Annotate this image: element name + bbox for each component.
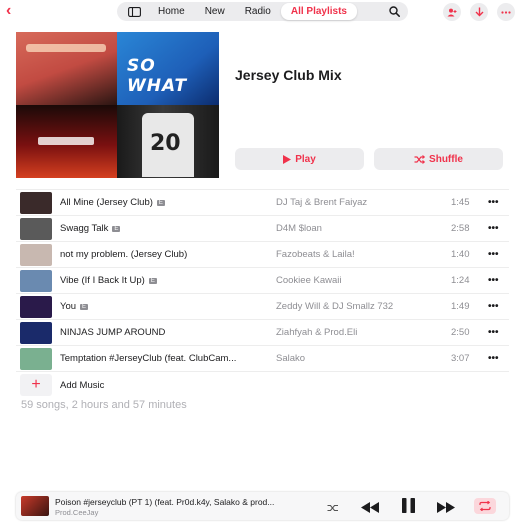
- download-icon[interactable]: [470, 3, 488, 21]
- playlist-summary: 59 songs, 2 hours and 57 minutes: [21, 399, 187, 411]
- track-duration: 2:50: [451, 327, 470, 338]
- shuffle-button-label: Shuffle: [429, 153, 463, 165]
- playlist-title: Jersey Club Mix: [235, 67, 342, 83]
- more-icon[interactable]: •••: [488, 301, 499, 312]
- play-icon: [283, 154, 292, 164]
- tab-home[interactable]: Home: [148, 3, 195, 20]
- track-row[interactable]: NINJAS JUMP AROUND Ziahfyah & Prod.Eli 2:5…: [16, 319, 509, 345]
- track-artwork: [20, 192, 52, 214]
- track-artist[interactable]: DJ Taj & Brent Faiyaz: [276, 197, 367, 208]
- play-button-label: Play: [295, 153, 316, 165]
- now-playing-bar[interactable]: Poison #jerseyclub (PT 1) (feat. Pr0d.k4…: [16, 492, 509, 520]
- sidebar-icon[interactable]: [120, 6, 148, 17]
- add-music-button[interactable]: + Add Music: [16, 371, 509, 397]
- cover-tile-1: [16, 32, 117, 105]
- more-icon[interactable]: •••: [488, 275, 499, 286]
- chevron-left-icon[interactable]: ‹: [6, 2, 11, 20]
- cover-text-so-what: SO WHAT: [127, 56, 188, 96]
- shuffle-icon[interactable]: [327, 500, 339, 518]
- explicit-badge: E: [156, 200, 165, 206]
- track-artist[interactable]: Fazobeats & Laila!: [276, 249, 355, 260]
- tab-all-playlists[interactable]: All Playlists: [280, 3, 357, 20]
- now-playing-artist: Prod.CeeJay: [55, 508, 99, 517]
- rewind-icon[interactable]: [361, 500, 379, 518]
- track-title: not my problem. (Jersey Club): [60, 249, 188, 260]
- track-duration: 1:24: [451, 275, 470, 286]
- cover-tile-2: SO WHAT: [117, 32, 219, 105]
- track-artwork: [20, 348, 52, 370]
- add-music-label: Add Music: [60, 380, 105, 391]
- track-duration: 3:07: [451, 353, 470, 364]
- more-icon[interactable]: •••: [488, 223, 499, 234]
- playlist-cover-art: SO WHAT 20: [16, 32, 219, 178]
- tab-new[interactable]: New: [195, 3, 235, 20]
- track-artwork: [20, 296, 52, 318]
- add-person-icon[interactable]: [443, 3, 461, 21]
- track-row[interactable]: not my problem. (Jersey Club) Fazobeats &…: [16, 241, 509, 267]
- shuffle-button[interactable]: Shuffle: [374, 148, 503, 170]
- track-row[interactable]: All Mine (Jersey Club) E DJ Taj & Brent Fa…: [16, 189, 509, 215]
- explicit-badge: E: [148, 278, 157, 284]
- cover-tile-3: [16, 105, 117, 178]
- more-icon[interactable]: •••: [488, 327, 499, 338]
- track-title: Swagg Talk E: [60, 223, 121, 234]
- search-icon[interactable]: [383, 6, 405, 17]
- track-row[interactable]: You E Zeddy Will & DJ Smallz 732 1:49 •••: [16, 293, 509, 319]
- track-artist[interactable]: Ziahfyah & Prod.Eli: [276, 327, 357, 338]
- plus-icon: +: [20, 374, 52, 396]
- track-row[interactable]: Swagg Talk E D4M $loan 2:58 •••: [16, 215, 509, 241]
- track-row[interactable]: Vibe (If I Back It Up) E Cookiee Kawaii 1:2…: [16, 267, 509, 293]
- play-button[interactable]: Play: [235, 148, 364, 170]
- track-title: NINJAS JUMP AROUND: [60, 327, 166, 338]
- track-duration: 1:40: [451, 249, 470, 260]
- track-title: You E: [60, 301, 89, 312]
- repeat-icon[interactable]: [474, 498, 496, 514]
- explicit-badge: E: [112, 226, 121, 232]
- track-duration: 1:49: [451, 301, 470, 312]
- cover-tile-4: 20: [117, 105, 219, 178]
- shuffle-icon: [414, 154, 426, 164]
- more-icon[interactable]: [497, 3, 515, 21]
- track-duration: 1:45: [451, 197, 470, 208]
- pause-icon[interactable]: [402, 498, 415, 518]
- track-artwork: [20, 218, 52, 240]
- now-playing-title: Poison #jerseyclub (PT 1) (feat. Pr0d.k4…: [55, 497, 275, 507]
- track-title: Vibe (If I Back It Up) E: [60, 275, 157, 286]
- tab-radio[interactable]: Radio: [235, 3, 281, 20]
- track-artist[interactable]: Zeddy Will & DJ Smallz 732: [276, 301, 393, 312]
- track-artist[interactable]: D4M $loan: [276, 223, 322, 234]
- cover-jersey-number: 20: [150, 131, 181, 156]
- nav-segmented-control: Home New Radio All Playlists: [117, 2, 408, 21]
- track-row[interactable]: Temptation #JerseyClub (feat. ClubCam...…: [16, 345, 509, 371]
- more-icon[interactable]: •••: [488, 353, 499, 364]
- track-artwork: [20, 244, 52, 266]
- top-bar: ‹ Home New Radio All Playlists: [0, 0, 525, 24]
- track-artist[interactable]: Salako: [276, 353, 305, 364]
- track-list: All Mine (Jersey Club) E DJ Taj & Brent Fa…: [16, 189, 509, 397]
- track-duration: 2:58: [451, 223, 470, 234]
- track-artwork: [20, 322, 52, 344]
- track-artwork: [20, 270, 52, 292]
- now-playing-artwork: [21, 496, 49, 516]
- more-icon[interactable]: •••: [488, 197, 499, 208]
- track-artist[interactable]: Cookiee Kawaii: [276, 275, 341, 286]
- track-title: All Mine (Jersey Club) E: [60, 197, 165, 208]
- track-title: Temptation #JerseyClub (feat. ClubCam...: [60, 353, 237, 364]
- fast-forward-icon[interactable]: [437, 500, 455, 518]
- more-icon[interactable]: •••: [488, 249, 499, 260]
- explicit-badge: E: [80, 304, 89, 310]
